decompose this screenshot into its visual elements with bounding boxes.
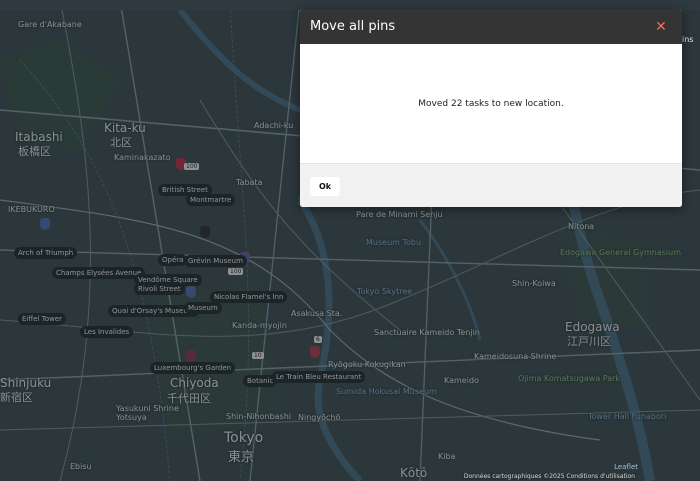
pin-label-museum[interactable]: Museum: [184, 302, 222, 314]
pin-label-luxembourg-garden[interactable]: Luxembourg's Garden: [150, 362, 236, 374]
pin-label-grevin-museum[interactable]: Grévin Museum: [184, 255, 247, 267]
route-badge: 100: [184, 163, 200, 170]
district-label: Itabashi: [15, 130, 63, 144]
place-label: Kameidosuna Shrine: [474, 352, 557, 361]
district-label: Kita-ku: [104, 121, 146, 135]
place-label: Kiba: [438, 452, 456, 461]
place-label: Nitona: [568, 222, 595, 231]
district-label: Kōtō: [400, 466, 428, 480]
place-label: Gare d'Akabane: [18, 20, 82, 29]
pin-label-train-bleu[interactable]: Le Train Bleu Restaurant: [272, 371, 366, 383]
pin-label-arch-of-triumph[interactable]: Arch of Triumph: [14, 247, 78, 259]
ok-button[interactable]: Ok: [310, 176, 341, 196]
place-label: Pare de Minami Senju: [356, 210, 443, 219]
place-label: Ebisu: [70, 462, 92, 471]
place-label: Asakusa Sta.: [291, 309, 343, 318]
district-label: Chiyoda: [170, 376, 219, 390]
district-label: 新宿区: [0, 391, 33, 404]
map-pin-icon[interactable]: [186, 286, 196, 298]
district-label: 東京: [228, 450, 255, 465]
map-pin-icon[interactable]: [200, 226, 210, 238]
place-label: Sanctuaire Kameido Tenjin: [374, 328, 480, 337]
side-panel-text: ins: [682, 35, 694, 44]
move-pins-modal: Move all pins ✕ Moved 22 tasks to new lo…: [300, 9, 682, 207]
place-label: Ningyōchō: [298, 413, 341, 422]
modal-title: Move all pins: [310, 19, 396, 34]
place-label: Shin-Nihonbashi: [226, 412, 292, 421]
place-label: Ojima Komatsugawa Park: [518, 374, 621, 383]
place-label: Shin-Koiwa: [512, 279, 556, 288]
route-badge: 6: [314, 336, 322, 343]
place-label: Tabata: [236, 178, 263, 187]
modal-footer: Ok: [300, 163, 682, 207]
pin-label-rivoli-street[interactable]: Rivoli Street: [134, 283, 185, 295]
district-label: Shinjuku: [0, 376, 52, 390]
place-label: Yotsuya: [116, 413, 147, 422]
map-attribution[interactable]: Données cartographiques ©2025 Conditions…: [460, 473, 638, 480]
district-label: Tokyo: [224, 430, 264, 446]
modal-body: Moved 22 tasks to new location.: [300, 44, 682, 163]
pin-label-montmartre[interactable]: Montmartre: [186, 194, 236, 206]
map-pin-icon[interactable]: [186, 350, 196, 362]
place-label: Kanda-myojin: [232, 321, 287, 330]
map-pin-icon[interactable]: [40, 218, 50, 230]
place-label: Ryōgoku Kokugikan: [328, 360, 406, 369]
modal-message: Moved 22 tasks to new location.: [418, 98, 564, 109]
district-label: 北区: [110, 136, 132, 149]
place-label: Museum Tobu: [366, 238, 422, 247]
place-label: Tokyo Skytree: [357, 287, 413, 296]
pin-label-champs-elysees[interactable]: Champs Elysées Avenue: [52, 267, 146, 279]
place-label: IKEBUKURO: [8, 205, 55, 214]
route-badge: 100: [228, 268, 244, 275]
district-label: 江戸川区: [567, 335, 611, 348]
pin-label-nicolas-flamel[interactable]: Nicolas Flamel's Inn: [210, 291, 288, 303]
pin-label-les-invalides[interactable]: Les Invalides: [80, 326, 134, 338]
place-label: Kaminakazato: [114, 153, 171, 162]
map-pin-icon[interactable]: [310, 346, 320, 358]
district-label: 板橋区: [18, 145, 51, 158]
route-badge: 10: [252, 352, 264, 359]
close-icon[interactable]: ✕: [652, 18, 670, 36]
pin-label-eiffel-tower[interactable]: Eiffel Tower: [18, 313, 66, 325]
modal-header: Move all pins ✕: [300, 9, 682, 44]
place-label: Tower Hall Funabori: [588, 412, 667, 421]
place-label: Yasukuni Shrine: [116, 404, 179, 413]
place-label: Edogawa General Gymnasium: [560, 248, 682, 257]
side-panel-fragment: ins: [682, 35, 700, 75]
leaflet-link[interactable]: Leaflet: [614, 463, 638, 471]
place-label: Adachi-ku: [254, 121, 294, 130]
district-label: Edogawa: [565, 320, 620, 334]
place-label: Sumida Hokusai Museum: [336, 387, 437, 396]
place-label: Kameido: [444, 376, 479, 385]
